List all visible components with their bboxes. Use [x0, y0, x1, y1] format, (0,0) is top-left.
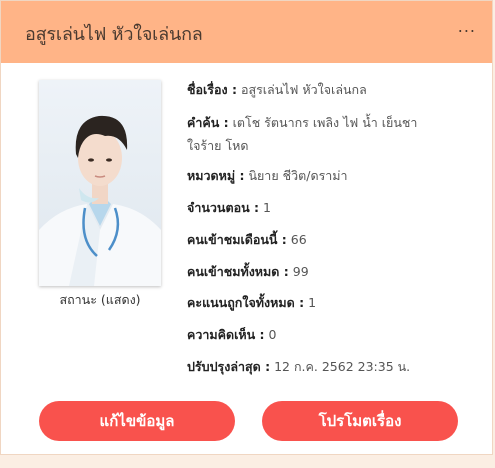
- info-month-views-row: คนเข้าชมเดือนนี้ : 66: [187, 229, 477, 250]
- info-episodes-value: 1: [262, 200, 271, 215]
- info-comments-label: ความคิดเห็น :: [187, 327, 265, 342]
- status-caption: สถานะ (แสดง): [59, 292, 141, 307]
- info-title-label: ชื่อเรื่อง :: [187, 82, 237, 97]
- info-likes-label: คะแนนถูกใจทั้งหมด :: [187, 295, 305, 310]
- edit-info-button[interactable]: แก้ไขข้อมูล: [39, 401, 235, 441]
- info-keywords-value: เตโช รัตนากร เพลิง ไฟ น้ำ เย็นชา: [232, 115, 418, 130]
- novel-card: อสูรเล่นไฟ หัวใจเล่นกล ... สถานะ (แสดง) …: [0, 0, 493, 455]
- info-updated-label: ปรับปรุงล่าสุด :: [187, 359, 271, 374]
- info-category-label: หมวดหมู่ :: [187, 168, 245, 183]
- cover-image[interactable]: [39, 80, 161, 286]
- info-episodes-row: จำนวนตอน : 1: [187, 197, 477, 218]
- header-title: อสูรเล่นไฟ หัวใจเล่นกล: [25, 24, 203, 45]
- info-category-value: นิยาย ชีวิต/ดราม่า: [248, 168, 348, 183]
- info-updated-value: 12 ก.ค. 2562 23:35 น.: [274, 359, 411, 374]
- info-likes-value: 1: [308, 295, 317, 310]
- info-comments-value: 0: [268, 327, 277, 342]
- info-total-views-row: คนเข้าชมทั้งหมด : 99: [187, 261, 477, 282]
- info-keywords-row: คำค้น : เตโช รัตนากร เพลิง ไฟ น้ำ เย็นชา: [187, 112, 477, 133]
- info-keywords-label: คำค้น :: [187, 115, 229, 130]
- cover-portrait: [39, 80, 161, 286]
- info-total-views-value: 99: [292, 264, 309, 279]
- info-updated-row: ปรับปรุงล่าสุด : 12 ก.ค. 2562 23:35 น.: [187, 356, 477, 377]
- info-episodes-label: จำนวนตอน :: [187, 200, 259, 215]
- info-total-views-label: คนเข้าชมทั้งหมด :: [187, 264, 289, 279]
- info-month-views-label: คนเข้าชมเดือนนี้ :: [187, 232, 287, 247]
- promote-story-button[interactable]: โปรโมตเรื่อง: [262, 401, 458, 441]
- info-comments-row: ความคิดเห็น : 0: [187, 324, 477, 345]
- info-likes-row: คะแนนถูกใจทั้งหมด : 1: [187, 292, 477, 313]
- more-options-icon[interactable]: ...: [458, 17, 476, 36]
- info-keywords-row-2: ใจร้าย โหด: [187, 135, 477, 156]
- card-header: อสูรเล่นไฟ หัวใจเล่นกล ...: [1, 1, 492, 63]
- info-title-row: ชื่อเรื่อง : อสูรเล่นไฟ หัวใจเล่นกล: [187, 79, 477, 100]
- info-title-value: อสูรเล่นไฟ หัวใจเล่นกล: [240, 82, 367, 97]
- info-keywords-value-2: ใจร้าย โหด: [187, 138, 249, 153]
- info-month-views-value: 66: [290, 232, 307, 247]
- info-category-row: หมวดหมู่ : นิยาย ชีวิต/ดราม่า: [187, 165, 477, 186]
